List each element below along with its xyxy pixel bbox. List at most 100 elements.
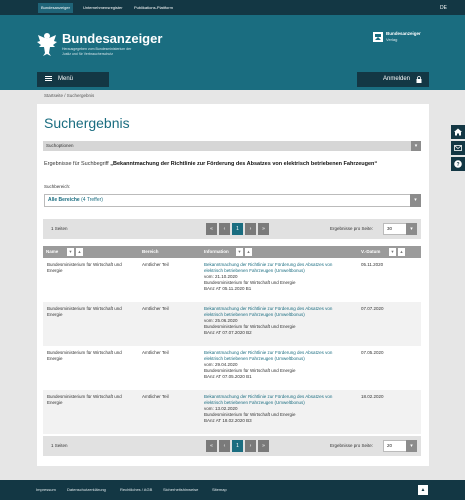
row-info: Bekanntmachung der Richtlinie zur Förder… xyxy=(204,262,349,292)
table-row: Bundesministerium für Wirtschaft und Ene… xyxy=(43,258,421,302)
row-from: vom: 25.06.2020 xyxy=(204,318,238,323)
row-name: Bundesministerium für Wirtschaft und Ene… xyxy=(47,394,122,405)
first-page-icon[interactable]: « xyxy=(206,223,217,235)
page-number[interactable]: 1 xyxy=(232,223,243,235)
footer-link-sitemap[interactable]: Sitemap xyxy=(212,480,227,500)
row-link[interactable]: Bekanntmachung der Richtlinie zur Förder… xyxy=(204,262,332,273)
row-banz: BAnz AT 07.05.2020 B1 xyxy=(204,374,252,379)
row-ministry: Bundesministerium für Wirtschaft und Ene… xyxy=(204,412,296,417)
row-link[interactable]: Bekanntmachung der Richtlinie zur Förder… xyxy=(204,350,332,361)
row-area: Amtlicher Teil xyxy=(142,262,169,267)
per-page-label: Ergebnisse pro Seite: xyxy=(330,443,374,448)
language-switch[interactable]: DE xyxy=(440,3,447,13)
sort-desc-icon[interactable]: ▼ xyxy=(67,248,74,256)
row-from: vom: 13.02.2020 xyxy=(204,406,238,411)
row-link[interactable]: Bekanntmachung der Richtlinie zur Förder… xyxy=(204,306,332,317)
sort-asc-icon[interactable]: ▲ xyxy=(245,248,252,256)
footer-link-datenschutz[interactable]: Datenschutzerklärung xyxy=(67,480,106,500)
col-name: Name xyxy=(46,249,59,254)
home-button[interactable] xyxy=(451,125,465,139)
row-name: Bundesministerium für Wirtschaft und Ene… xyxy=(47,306,122,317)
col-date: V.-Datum xyxy=(361,249,381,254)
row-date: 07.05.2020 xyxy=(361,350,384,355)
table-row: Bundesministerium für Wirtschaft und Ene… xyxy=(43,346,421,390)
tab-publikations-plattform[interactable]: Publikations-Plattform xyxy=(131,3,176,13)
per-page-select[interactable]: 20 ▾ xyxy=(383,440,417,452)
row-date: 07.07.2020 xyxy=(361,306,384,311)
search-area-select[interactable]: Alle Bereiche (4 Treffer) ▾ xyxy=(44,194,421,207)
chevron-down-icon: ▾ xyxy=(411,141,421,151)
publisher-title: Bundesanzeiger xyxy=(386,31,421,36)
search-options-toggle[interactable]: Suchoptionen ▾ xyxy=(43,141,421,151)
page-number[interactable]: 1 xyxy=(232,440,243,452)
page-count: 1 Seiten xyxy=(51,226,68,231)
top-strip: Bundesanzeiger Unternehmensregister Publ… xyxy=(0,0,465,15)
mail-icon xyxy=(454,145,462,151)
next-page-icon[interactable]: › xyxy=(245,223,256,235)
row-banz: BAnz AT 07.07.2020 B2 xyxy=(204,330,252,335)
tab-bundesanzeiger[interactable]: Bundesanzeiger xyxy=(38,3,73,13)
brand-title[interactable]: Bundesanzeiger xyxy=(62,31,162,46)
page-title: Suchergebnis xyxy=(44,115,130,131)
scroll-to-top-icon[interactable]: ▲ xyxy=(418,485,428,495)
sort-asc-icon[interactable]: ▲ xyxy=(398,248,405,256)
table-header: Name ▼ ▲ Bereich Information ▼ ▲ V.-Datu… xyxy=(43,246,421,258)
next-page-icon[interactable]: › xyxy=(245,440,256,452)
result-summary: Ergebnisse für Suchbegriff „Bekanntmachu… xyxy=(44,161,377,167)
chevron-down-icon: ▾ xyxy=(406,223,417,235)
pager-top: 1 Seiten « ‹ 1 › » Ergebnisse pro Seite:… xyxy=(43,219,421,239)
row-name: Bundesministerium für Wirtschaft und Ene… xyxy=(47,350,122,361)
search-area-count: (4 Treffer) xyxy=(81,197,103,203)
page-count: 1 Seiten xyxy=(51,443,68,448)
table-row: Bundesministerium für Wirtschaft und Ene… xyxy=(43,302,421,346)
help-button[interactable]: ? xyxy=(451,157,465,171)
login-button[interactable]: Anmelden xyxy=(357,72,429,87)
per-page-select[interactable]: 30 ▾ xyxy=(383,223,417,235)
row-date: 05.11.2020 xyxy=(361,262,384,267)
prev-page-icon[interactable]: ‹ xyxy=(219,440,230,452)
row-banz: BAnz AT 05.11.2020 B1 xyxy=(204,286,252,291)
per-page-value: 30 xyxy=(387,226,393,231)
last-page-icon[interactable]: » xyxy=(258,223,269,235)
menu-button[interactable]: Menü xyxy=(37,72,109,87)
lock-icon xyxy=(416,76,422,83)
row-area: Amtlicher Teil xyxy=(142,350,169,355)
sort-asc-icon[interactable]: ▲ xyxy=(76,248,83,256)
result-prefix: Ergebnisse für Suchbegriff xyxy=(44,161,111,167)
row-banz: BAnz AT 18.02.2020 B3 xyxy=(204,418,252,423)
row-area: Amtlicher Teil xyxy=(142,306,169,311)
last-page-icon[interactable]: » xyxy=(258,440,269,452)
footer-link-sicherheit[interactable]: Sicherheitshinweise xyxy=(163,480,198,500)
sort-desc-icon[interactable]: ▼ xyxy=(389,248,396,256)
row-from: vom: 21.10.2020 xyxy=(204,274,238,279)
footer-link-impressum[interactable]: Impressum xyxy=(36,480,56,500)
table-row: Bundesministerium für Wirtschaft und Ene… xyxy=(43,390,421,434)
publisher-subtitle: Verlag xyxy=(386,37,398,42)
search-options-label: Suchoptionen xyxy=(46,143,74,148)
eagle-logo-icon[interactable] xyxy=(36,31,58,57)
publisher-logo-icon xyxy=(373,32,383,42)
tab-unternehmensregister[interactable]: Unternehmensregister xyxy=(80,3,126,13)
help-icon: ? xyxy=(454,160,462,168)
home-icon xyxy=(454,128,462,136)
hamburger-icon xyxy=(45,75,52,82)
row-ministry: Bundesministerium für Wirtschaft und Ene… xyxy=(204,324,296,329)
row-date: 18.02.2020 xyxy=(361,394,384,399)
sort-desc-icon[interactable]: ▼ xyxy=(236,248,243,256)
svg-text:?: ? xyxy=(456,162,459,168)
row-name: Bundesministerium für Wirtschaft und Ene… xyxy=(47,262,122,273)
search-area-label: Suchbereich: xyxy=(44,184,71,189)
contact-button[interactable] xyxy=(451,141,465,155)
first-page-icon[interactable]: « xyxy=(206,440,217,452)
search-area-value: Alle Bereiche xyxy=(48,197,80,203)
pager-bottom: 1 Seiten « ‹ 1 › » Ergebnisse pro Seite:… xyxy=(43,436,421,456)
per-page-value: 20 xyxy=(387,443,393,448)
breadcrumb[interactable]: Startseite / Suchergebnis xyxy=(44,93,94,98)
result-term: „Bekanntmachung der Richtlinie zur Förde… xyxy=(110,161,378,167)
site-footer: Impressum Datenschutzerklärung Rechtlich… xyxy=(0,480,465,500)
row-info: Bekanntmachung der Richtlinie zur Förder… xyxy=(204,306,349,336)
row-link[interactable]: Bekanntmachung der Richtlinie zur Förder… xyxy=(204,394,332,405)
footer-link-rechtliches[interactable]: Rechtliches / AGB xyxy=(120,480,152,500)
prev-page-icon[interactable]: ‹ xyxy=(219,223,230,235)
per-page-label: Ergebnisse pro Seite: xyxy=(330,226,374,231)
